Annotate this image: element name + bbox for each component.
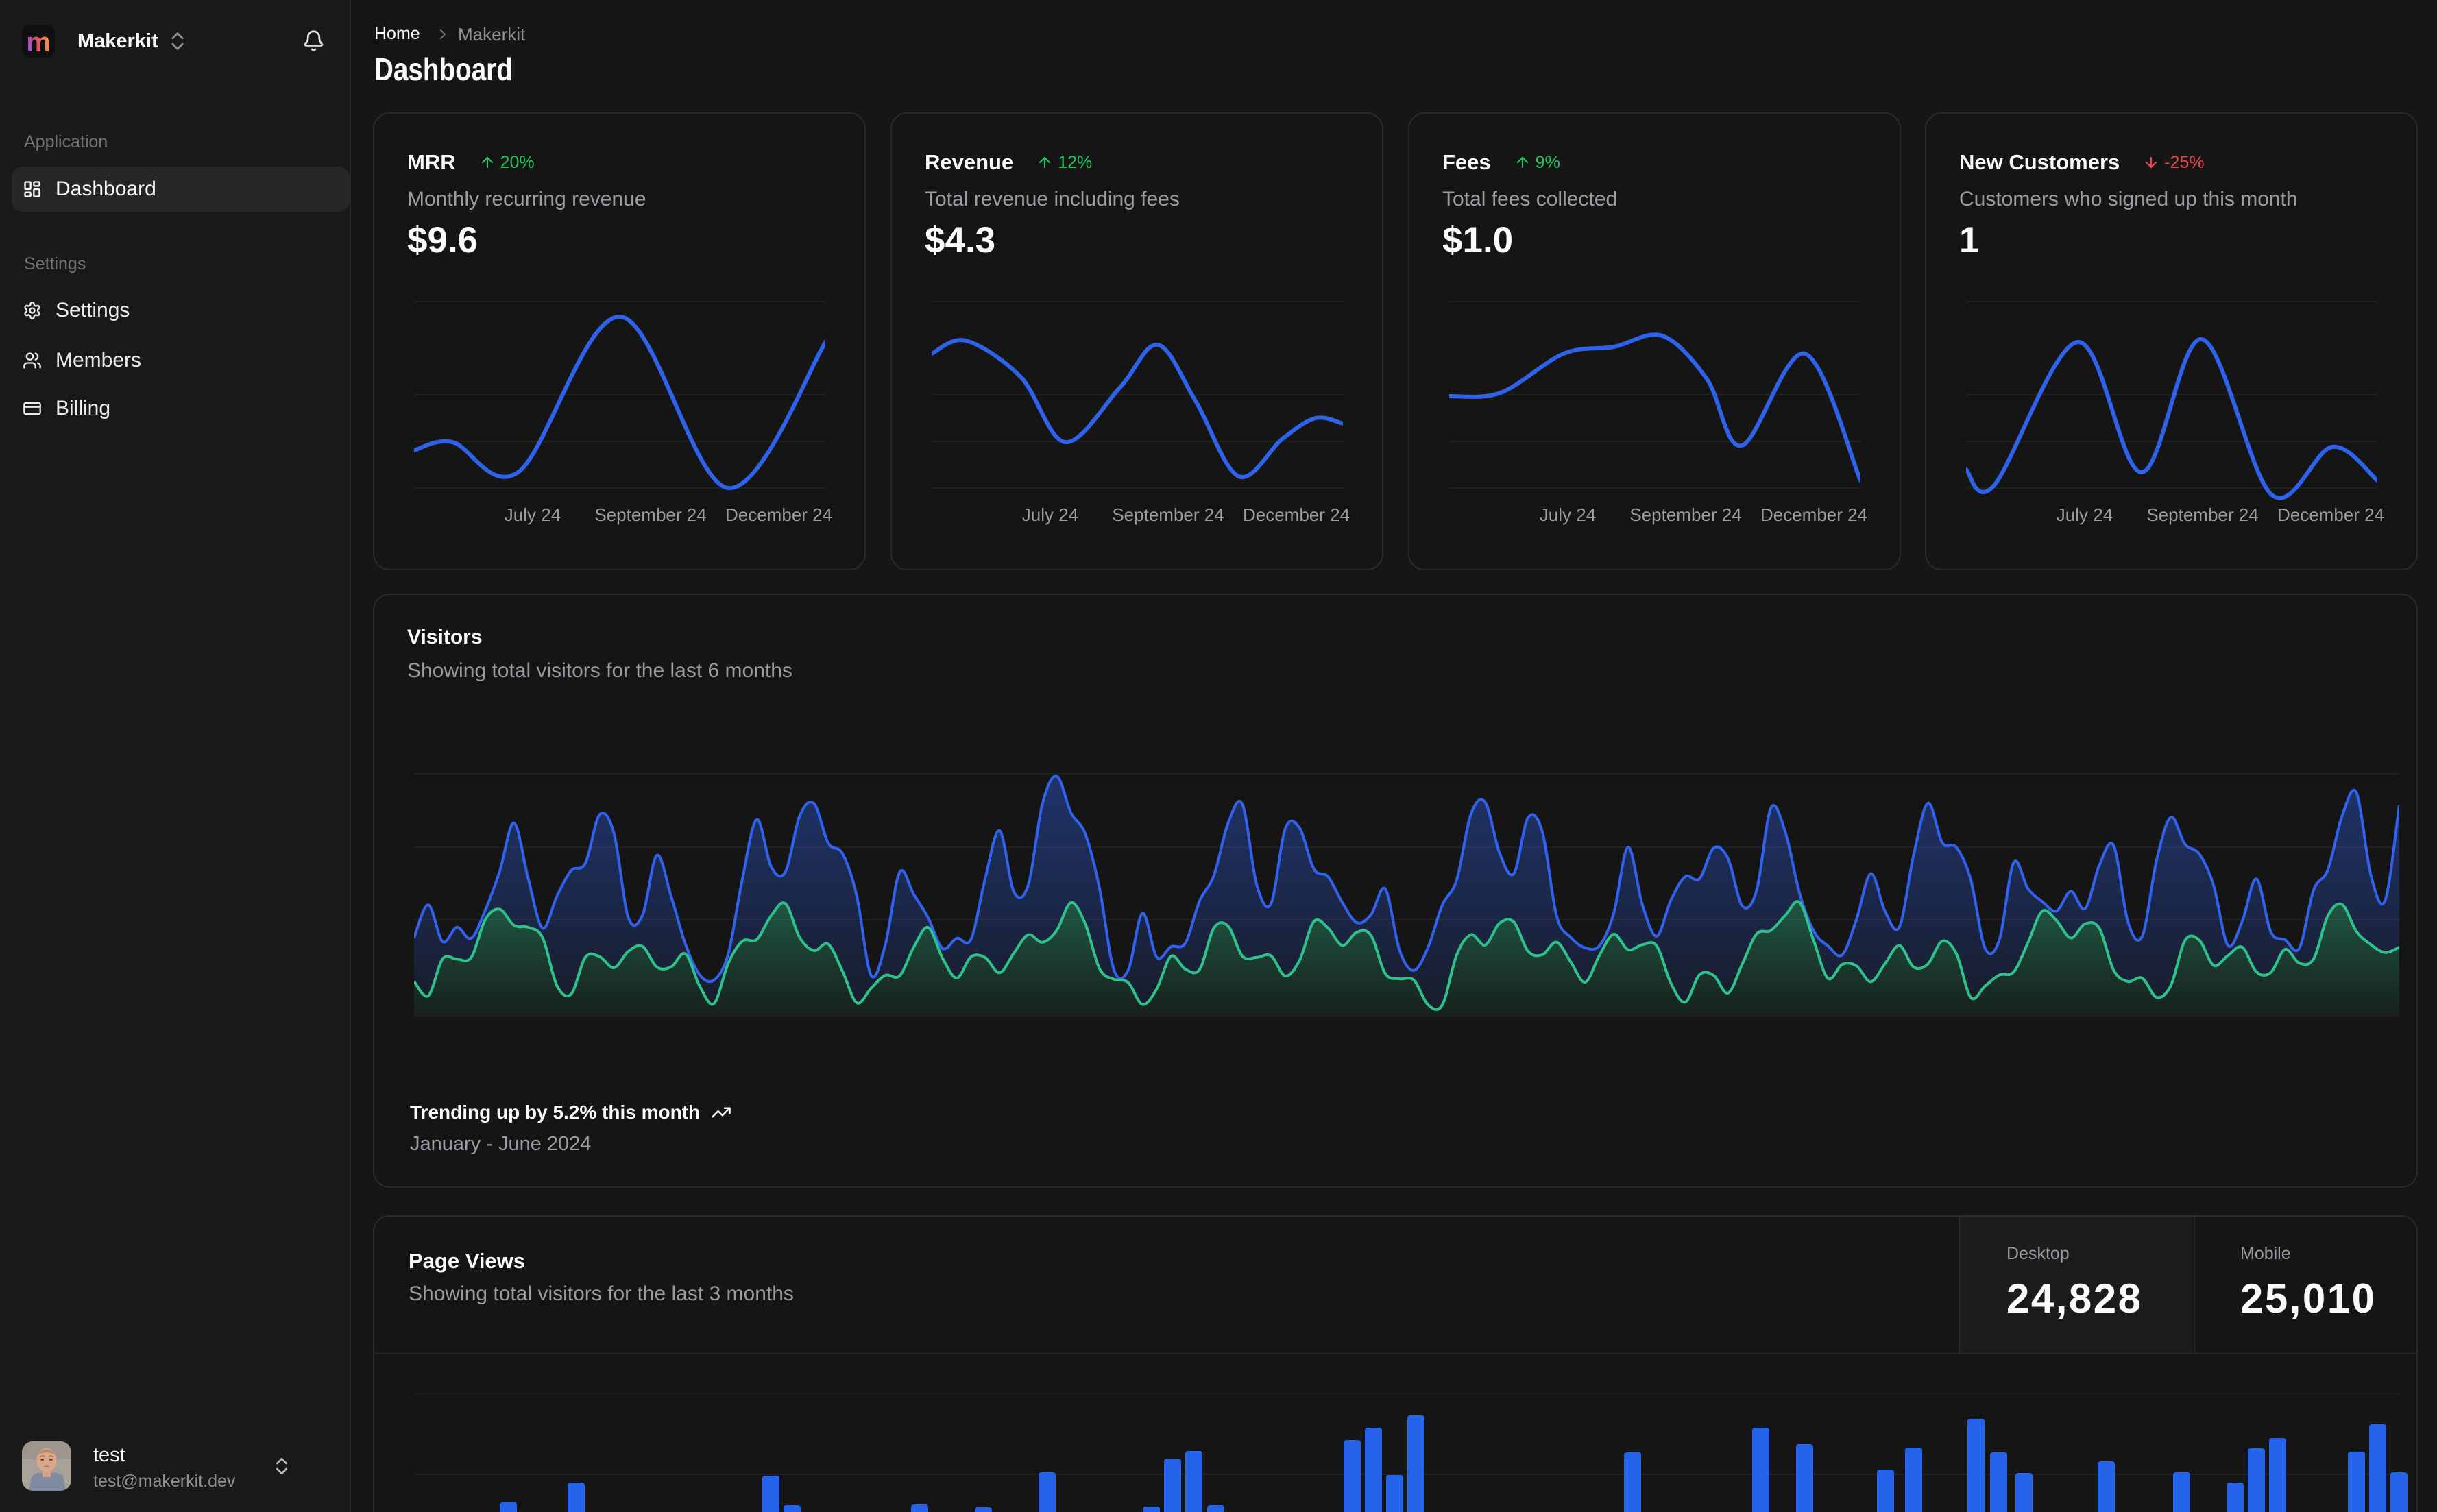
svg-text:m: m bbox=[26, 27, 51, 58]
